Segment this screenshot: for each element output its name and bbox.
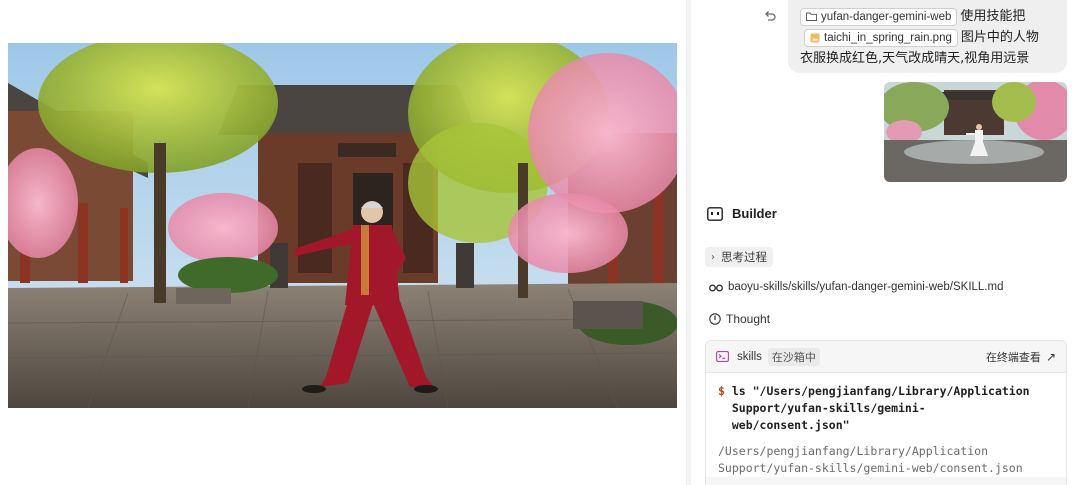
- chevron-right-icon: ›: [711, 251, 715, 263]
- thinking-label: 思考过程: [721, 250, 767, 264]
- view-in-terminal-label: 在终端查看: [985, 350, 1041, 364]
- message-text-2: 图片中的人物: [960, 29, 1039, 45]
- external-arrow-icon: ↗: [1045, 349, 1056, 364]
- command-prompt: $: [718, 384, 725, 398]
- terminal-block: skills 在沙箱中 在终端查看 ↗ $ ls "/Users/pengjia…: [705, 340, 1067, 485]
- terminal-icon: [716, 351, 729, 362]
- thought-entry[interactable]: Thought: [709, 312, 770, 326]
- skill-chip[interactable]: yufan-danger-gemini-web: [800, 7, 958, 26]
- thinking-process-toggle[interactable]: › 思考过程: [705, 247, 773, 267]
- generated-image[interactable]: [8, 43, 677, 408]
- terminal-output: /Users/pengjianfang/Library/Application …: [718, 443, 1054, 477]
- skill-file-path: baoyu-skills/skills/yufan-danger-gemini-…: [728, 281, 1004, 293]
- output-line-2: Support/yufan-skills/gemini-web/consent.…: [718, 461, 1023, 475]
- assistant-name: Builder: [732, 206, 777, 221]
- glasses-icon: [709, 284, 723, 292]
- file-chip-label: taichi_in_spring_rain.png: [824, 31, 952, 44]
- skill-chip-label: yufan-danger-gemini-web: [821, 10, 952, 23]
- sandbox-badge: 在沙箱中: [767, 347, 820, 366]
- output-line-1: /Users/pengjianfang/Library/Application: [718, 444, 989, 458]
- taichi-scene-illustration: [8, 43, 677, 408]
- folder-icon: [806, 12, 817, 21]
- command-line-3: web/consent.json": [718, 418, 850, 432]
- view-in-terminal-button[interactable]: 在终端查看 ↗: [986, 349, 1056, 365]
- file-chip[interactable]: taichi_in_spring_rain.png: [804, 28, 958, 47]
- user-message-bubble: yufan-danger-gemini-web 使用技能把 taichi_in_…: [788, 0, 1067, 73]
- builder-icon: [707, 206, 723, 221]
- thumbnail-illustration: [884, 82, 1067, 182]
- command-line-1: ls "/Users/pengjianfang/Library/Applicat…: [724, 384, 1030, 398]
- terminal-body: $ ls "/Users/pengjianfang/Library/Applic…: [706, 373, 1066, 477]
- undo-icon[interactable]: [763, 9, 777, 23]
- image-file-icon: [810, 33, 820, 42]
- terminal-header: skills 在沙箱中 在终端查看 ↗: [706, 341, 1066, 373]
- message-text-1: 使用技能把: [960, 8, 1026, 24]
- assistant-header: Builder: [707, 206, 777, 221]
- image-preview-pane: [0, 0, 686, 485]
- terminal-command: $ ls "/Users/pengjianfang/Library/Applic…: [718, 383, 1054, 434]
- thought-label: Thought: [726, 312, 771, 326]
- attached-image-thumbnail[interactable]: [884, 82, 1067, 182]
- command-line-2: Support/yufan-skills/gemini-: [718, 401, 926, 415]
- terminal-name: skills: [737, 350, 762, 363]
- chat-pane: yufan-danger-gemini-web 使用技能把 taichi_in_…: [691, 0, 1080, 485]
- message-text-3: 衣服换成红色,天气改成晴天,视角用远景: [800, 50, 1030, 66]
- skill-file-read[interactable]: baoyu-skills/skills/yufan-danger-gemini-…: [709, 281, 1003, 293]
- info-icon: [709, 313, 721, 325]
